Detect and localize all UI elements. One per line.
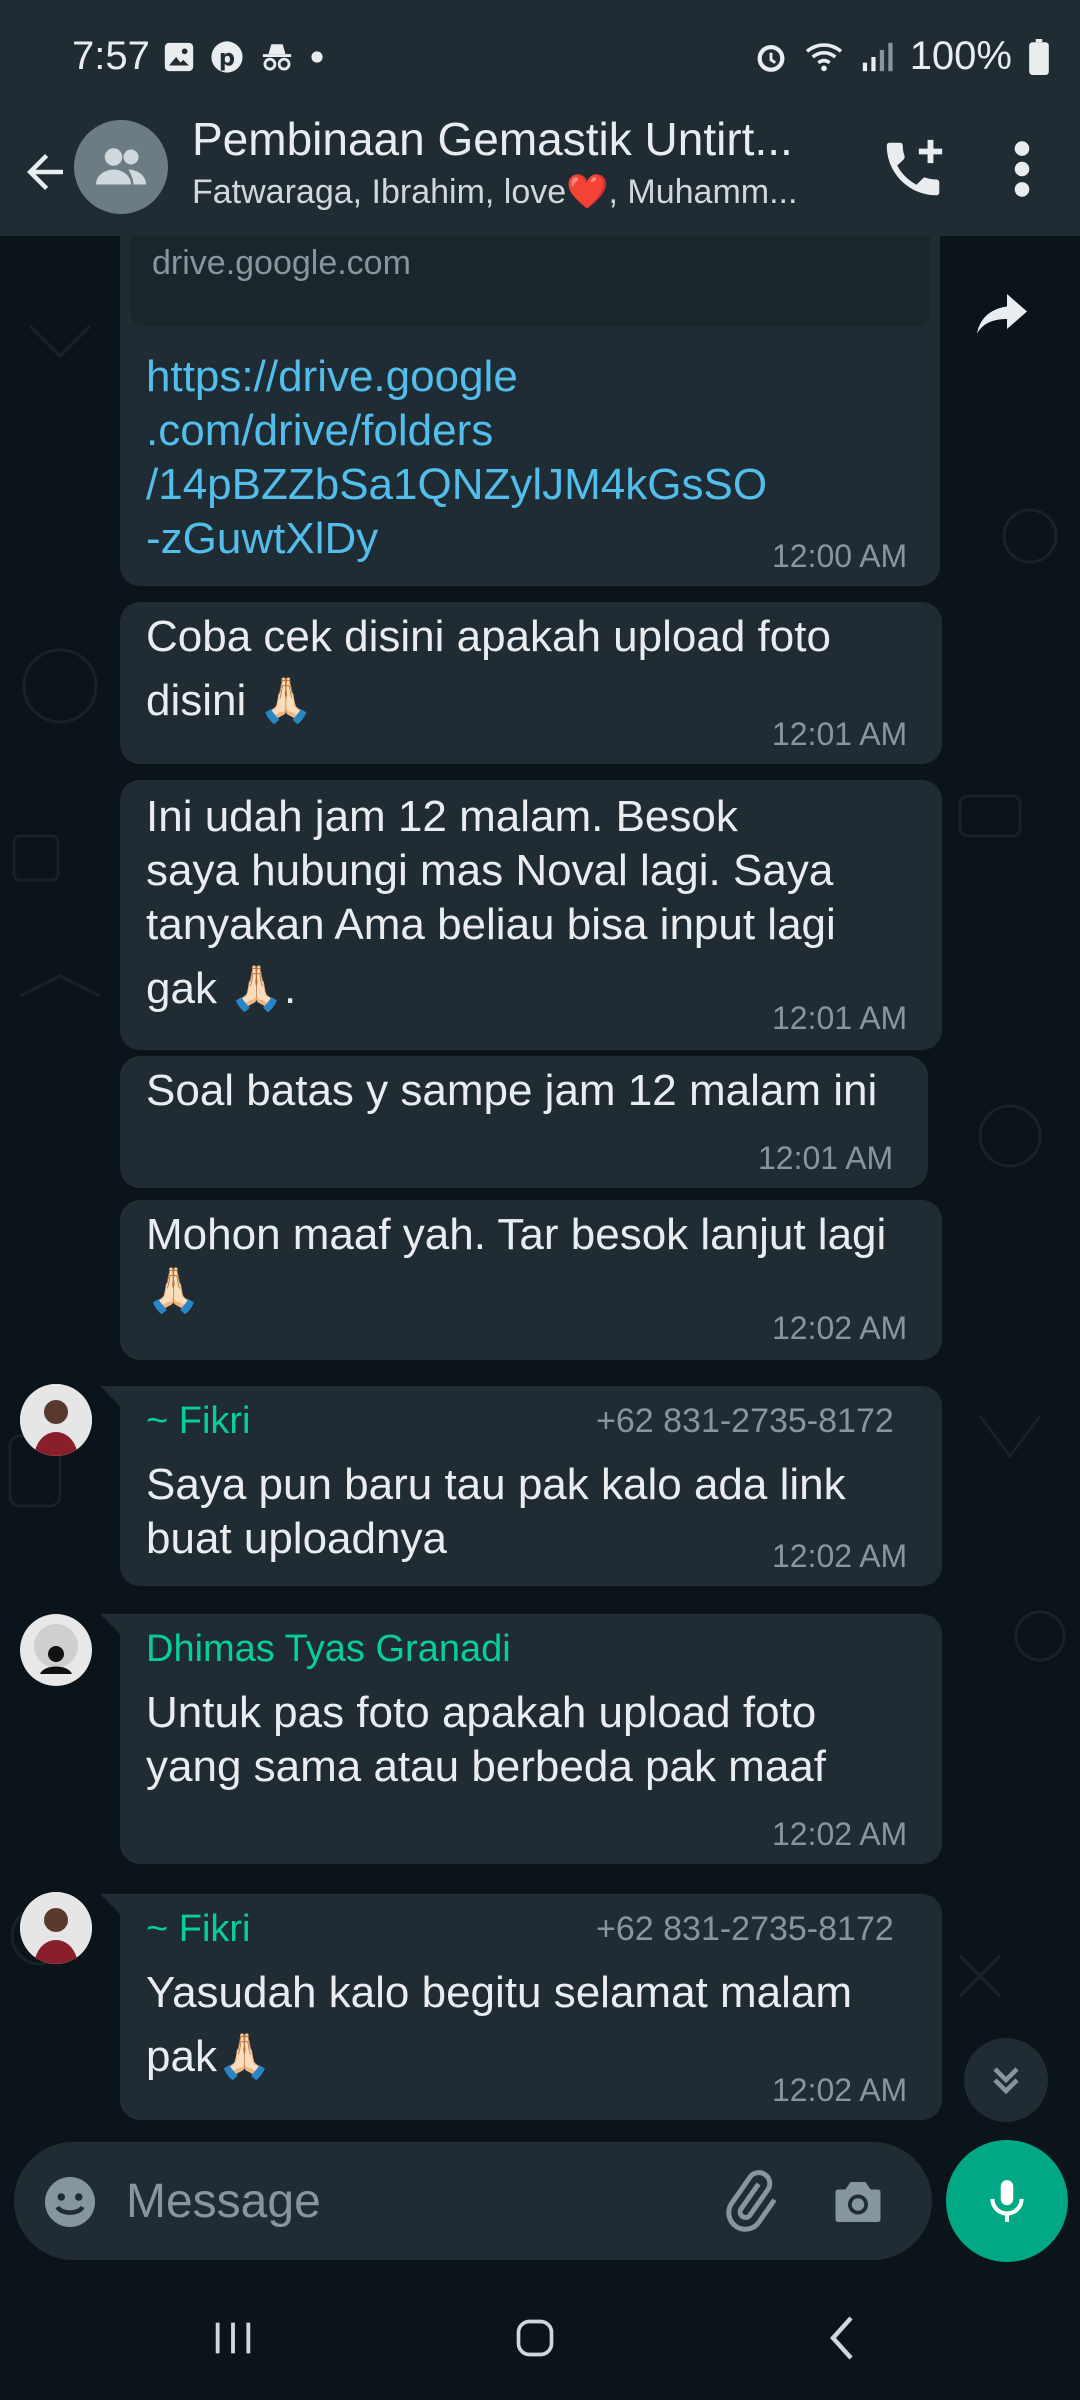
status-time: 7:57 [72, 34, 150, 78]
status-bar: 7:57 p 100% [0, 0, 1080, 110]
person-photo [20, 1892, 92, 1964]
camera-button[interactable] [828, 2172, 888, 2232]
signal-icon [862, 42, 893, 71]
back-nav-button[interactable] [796, 2306, 886, 2370]
pinterest-icon: p [211, 41, 243, 73]
attach-button[interactable] [716, 2168, 782, 2234]
forward-button[interactable] [972, 288, 1042, 348]
message-time: 12:02 AM [772, 1816, 908, 1852]
svg-text:p: p [219, 46, 235, 72]
message-text: Ini udah jam 12 malam. Besok saya hubung… [146, 792, 836, 1013]
message-time: 12:02 AM [772, 1538, 908, 1574]
message-input[interactable] [126, 2168, 686, 2234]
group-avatar[interactable] [74, 120, 168, 214]
emoji-icon [45, 2177, 95, 2227]
group-icon [96, 148, 146, 185]
chevron-double-down-icon [993, 2067, 1019, 2095]
recent-apps-button[interactable] [188, 2306, 278, 2370]
message-time: 12:00 AM [772, 538, 908, 574]
message-time: 12:02 AM [772, 2072, 908, 2108]
sender-avatar[interactable] [20, 1892, 92, 1964]
message-link[interactable]: https://drive.google .com/drive/folders … [146, 350, 767, 566]
voice-record-button[interactable] [946, 2140, 1068, 2262]
system-icons: 100% [754, 34, 1050, 79]
home-button[interactable] [490, 2306, 580, 2370]
recents-icon [215, 2322, 251, 2354]
sender-name[interactable]: ~ Fikri [146, 1908, 251, 1951]
chat-header: Pembinaan Gemastik Untirt... Fatwaraga, … [0, 110, 1080, 236]
more-vertical-icon [1014, 141, 1030, 197]
sender-name[interactable]: ~ Fikri [146, 1400, 251, 1443]
gallery-icon [164, 42, 194, 72]
camera-icon [835, 2182, 881, 2222]
notification-icons: p [162, 40, 324, 74]
composer [14, 2142, 932, 2260]
home-icon [516, 2319, 554, 2357]
alarm-icon [757, 44, 785, 72]
back-button[interactable] [18, 140, 72, 204]
message-text: Mohon maaf yah. Tar besok lanjut lagi 🙏🏻 [146, 1210, 887, 1315]
message-time: 12:02 AM [772, 1310, 908, 1346]
wifi-icon [805, 42, 842, 71]
add-call-button[interactable] [878, 134, 948, 204]
dot-icon [311, 51, 323, 63]
system-nav-bar [0, 2276, 1080, 2400]
sender-phone: +62 831-2735-8172 [596, 1910, 894, 1948]
paperclip-icon [726, 2170, 777, 2232]
message-text: Coba cek disini apakah upload foto disin… [146, 612, 831, 725]
person-photo [20, 1384, 92, 1456]
forward-icon [977, 294, 1027, 334]
message-text: Yasudah kalo begitu selamat malam pak🙏🏻 [146, 1968, 853, 2081]
battery-percent: 100% [909, 34, 1012, 78]
sender-name[interactable]: Dhimas Tyas Granadi [146, 1628, 511, 1671]
person-photo [20, 1614, 92, 1686]
message-time: 12:01 AM [772, 716, 908, 752]
link-preview-domain: drive.google.com [152, 244, 411, 282]
more-options-button[interactable] [1002, 134, 1042, 204]
message-list[interactable]: drive.google.com https://drive.google .c… [0, 236, 1080, 2140]
sender-avatar[interactable] [20, 1384, 92, 1456]
message-text: Untuk pas foto apakah upload foto yang s… [146, 1688, 827, 1791]
message-text: Saya pun baru tau pak kalo ada link buat… [146, 1460, 846, 1563]
incognito-icon [262, 44, 292, 71]
back-chevron-icon [830, 2316, 853, 2360]
scroll-to-bottom-button[interactable] [964, 2038, 1048, 2122]
sender-avatar[interactable] [20, 1614, 92, 1686]
sender-phone: +62 831-2735-8172 [596, 1402, 894, 1440]
emoji-button[interactable] [40, 2172, 100, 2232]
chat-members[interactable]: Fatwaraga, Ibrahim, love❤️, Muhamm... [192, 172, 797, 212]
microphone-icon [990, 2180, 1024, 2222]
battery-icon [1029, 38, 1049, 75]
arrow-left-icon [27, 154, 63, 190]
message-text: Soal batas y sampe jam 12 malam ini [146, 1066, 878, 1115]
phone-plus-icon [886, 139, 943, 196]
message-time: 12:01 AM [772, 1000, 908, 1036]
chat-title[interactable]: Pembinaan Gemastik Untirt... [192, 112, 793, 166]
message-time: 12:01 AM [758, 1140, 894, 1176]
